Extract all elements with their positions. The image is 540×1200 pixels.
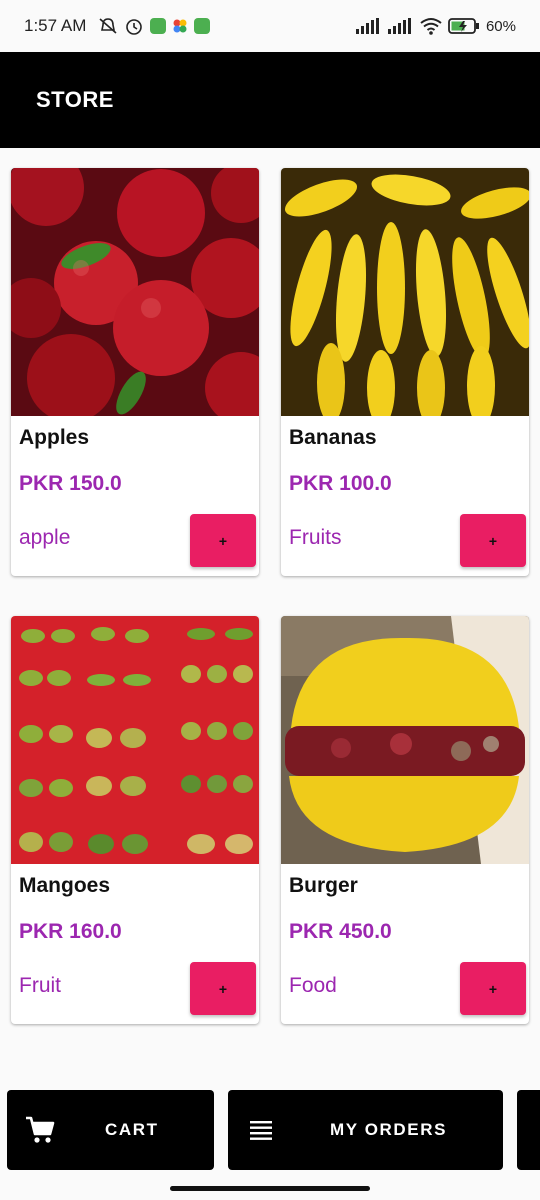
home-indicator[interactable] bbox=[170, 1186, 370, 1191]
product-card[interactable]: Mangoes PKR 160.0 Fruit + bbox=[11, 616, 259, 1024]
product-name: Mangoes bbox=[19, 874, 111, 897]
cart-button[interactable]: CART bbox=[7, 1090, 214, 1170]
my-orders-label: MY ORDERS bbox=[330, 1120, 448, 1139]
wifi-icon bbox=[420, 18, 442, 35]
product-price: PKR 150.0 bbox=[19, 472, 122, 495]
product-name: Burger bbox=[289, 874, 358, 897]
signal-icon-2 bbox=[387, 18, 411, 34]
product-image-burger bbox=[281, 616, 529, 864]
product-card[interactable]: Bananas PKR 100.0 Fruits + bbox=[281, 168, 529, 576]
app-bar: STORE bbox=[0, 52, 540, 148]
add-to-cart-button[interactable]: + bbox=[190, 962, 256, 1015]
muted-notifications-icon bbox=[99, 18, 117, 34]
product-price: PKR 450.0 bbox=[289, 920, 392, 943]
battery-icon bbox=[448, 18, 479, 34]
alarm-icon bbox=[126, 19, 143, 35]
product-price: PKR 160.0 bbox=[19, 920, 122, 943]
product-category: Fruit bbox=[19, 974, 61, 997]
product-category: apple bbox=[19, 526, 71, 549]
cart-icon bbox=[26, 1116, 55, 1143]
more-nav-button[interactable] bbox=[517, 1090, 540, 1170]
app-notification-icon-2 bbox=[194, 18, 211, 34]
product-image-bananas bbox=[281, 168, 529, 416]
product-name: Apples bbox=[19, 426, 90, 449]
bottom-action-bar: CART MY ORDERS bbox=[0, 1090, 540, 1170]
list-icon bbox=[250, 1121, 272, 1140]
add-to-cart-button[interactable]: + bbox=[460, 962, 526, 1015]
app-notification-icon bbox=[150, 18, 167, 34]
status-time: 1:57 AM bbox=[24, 16, 87, 35]
product-category: Fruits bbox=[289, 526, 342, 549]
product-image-apples bbox=[11, 168, 259, 416]
status-bar: 1:57 AM 60% bbox=[0, 0, 540, 52]
my-orders-button[interactable]: MY ORDERS bbox=[228, 1090, 503, 1170]
battery-percentage: 60% bbox=[485, 17, 516, 35]
product-image-mangoes bbox=[11, 616, 259, 864]
signal-icon bbox=[355, 18, 379, 34]
product-price: PKR 100.0 bbox=[289, 472, 392, 495]
product-card[interactable]: Apples PKR 150.0 apple + bbox=[11, 168, 259, 576]
add-to-cart-button[interactable]: + bbox=[190, 514, 256, 567]
product-card[interactable]: Burger PKR 450.0 Food + bbox=[281, 616, 529, 1024]
cart-label: CART bbox=[105, 1120, 159, 1139]
page-title: STORE bbox=[36, 87, 114, 112]
product-name: Bananas bbox=[289, 426, 377, 449]
product-category: Food bbox=[289, 974, 337, 997]
pinwheel-icon bbox=[173, 19, 187, 33]
add-to-cart-button[interactable]: + bbox=[460, 514, 526, 567]
